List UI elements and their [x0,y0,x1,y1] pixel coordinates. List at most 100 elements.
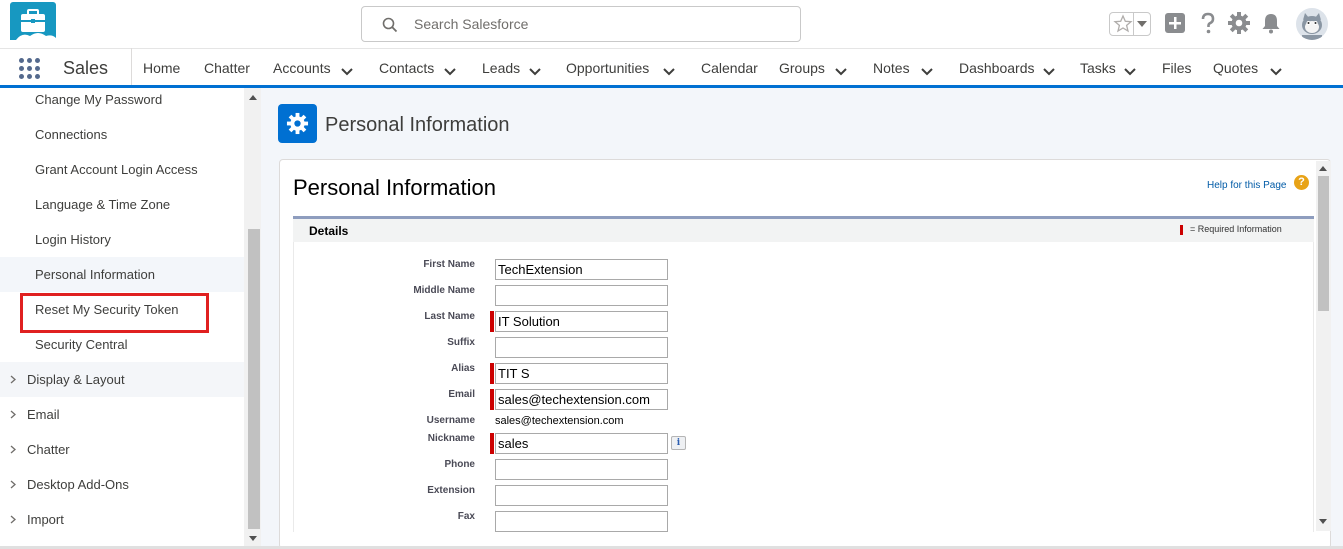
section-title: Details [309,224,349,238]
required-legend: = Required Information [1190,224,1282,234]
sidebar-item-label: Personal Information [35,267,155,282]
chevron-down-icon[interactable] [1124,63,1136,76]
chevron-down-icon[interactable] [1137,21,1147,27]
sidebar-item-grant-account-login-access[interactable]: Grant Account Login Access [0,152,244,187]
sidebar-item-connections[interactable]: Connections [0,117,244,152]
chevron-down-icon[interactable] [835,63,847,76]
sidebar-item-change-my-password[interactable]: Change My Password [0,88,244,117]
chevron-down-icon[interactable] [341,63,353,76]
chevron-down-icon[interactable] [1270,63,1282,76]
scroll-down-arrow-icon[interactable] [1319,519,1327,524]
sidebar-item-label: Change My Password [35,92,163,107]
global-search-input[interactable]: Search Salesforce [361,6,801,42]
middle-name-label: Middle Name [413,285,475,296]
phone-field[interactable] [495,459,668,480]
app-launcher-icon[interactable] [19,58,41,80]
sidebar-item-login-history[interactable]: Login History [0,222,244,257]
fax-field[interactable] [495,511,668,532]
user-avatar-icon[interactable] [1296,8,1328,40]
app-name-divider [131,48,132,85]
nav-item-contacts[interactable]: Contacts [379,60,434,76]
nav-item-chatter[interactable]: Chatter [204,60,250,76]
nickname-field[interactable]: sales [495,433,668,454]
favorites-divider [1133,13,1134,35]
chevron-right-icon [10,410,16,419]
scroll-up-arrow-icon[interactable] [1319,166,1327,171]
nav-item-leads[interactable]: Leads [482,60,520,76]
first-name-field[interactable]: TechExtension [495,259,668,280]
global-actions-plus-icon[interactable] [1163,11,1187,35]
setup-sidebar: Change My Password Connections Grant Acc… [0,88,244,549]
username-value: sales@techextension.com [495,415,624,427]
required-indicator-icon [490,389,494,410]
search-icon [382,17,398,33]
chevron-down-icon[interactable] [921,63,933,76]
nav-item-dashboards[interactable]: Dashboards [959,60,1035,76]
search-placeholder: Search Salesforce [414,16,529,32]
details-section-header: Details = Required Information [293,216,1314,242]
sidebar-group-import[interactable]: Import [0,502,244,537]
info-icon[interactable]: i [671,436,686,450]
sidebar-group-label: Display & Layout [27,372,125,387]
app-name: Sales [63,58,109,78]
scroll-down-arrow-icon[interactable] [249,536,257,541]
first-name-label: First Name [423,259,475,270]
sidebar-group-label: Email [27,407,60,422]
nav-item-opportunities[interactable]: Opportunities [566,60,649,76]
nav-item-calendar[interactable]: Calendar [701,60,758,76]
settings-gear-icon [278,104,317,143]
sidebar-group-chatter[interactable]: Chatter [0,432,244,467]
extension-field[interactable] [495,485,668,506]
suffix-field[interactable] [495,337,668,358]
email-field[interactable]: sales@techextension.com [495,389,668,410]
nav-item-groups[interactable]: Groups [779,60,825,76]
chevron-right-icon [10,375,16,384]
chevron-right-icon [10,445,16,454]
extension-label: Extension [427,485,475,496]
nav-item-accounts[interactable]: Accounts [273,60,331,76]
chevron-down-icon[interactable] [444,63,456,76]
briefcase-logo-icon[interactable] [10,2,56,44]
global-header: Search Salesforce [0,0,1343,48]
sidebar-group-desktop-add-ons[interactable]: Desktop Add-Ons [0,467,244,502]
nav-item-tasks[interactable]: Tasks [1080,60,1116,76]
sidebar-item-label: Login History [35,232,111,247]
sidebar-item-language-time-zone[interactable]: Language & Time Zone [0,187,244,222]
nav-item-files[interactable]: Files [1162,60,1192,76]
sidebar-item-label: Connections [35,127,108,142]
chevron-down-icon[interactable] [529,63,541,76]
sidebar-group-label: Import [27,512,64,527]
nickname-label: Nickname [427,433,475,444]
last-name-label: Last Name [424,311,475,322]
sidebar-group-email[interactable]: Email [0,397,244,432]
chevron-down-icon[interactable] [663,63,675,76]
nav-top-divider [0,48,1343,49]
sidebar-item-label: Grant Account Login Access [35,162,198,177]
required-indicator-icon [1180,225,1183,235]
nav-item-notes[interactable]: Notes [873,60,910,76]
setup-gear-icon[interactable] [1227,11,1251,35]
app-nav-bar: Sales Home Chatter Accounts Contacts Lea… [0,48,1343,88]
sidebar-item-label: Language & Time Zone [35,197,171,212]
middle-name-field[interactable] [495,285,668,306]
scroll-up-arrow-icon[interactable] [249,95,257,100]
sidebar-item-personal-information[interactable]: Personal Information [0,257,244,292]
help-question-icon[interactable]: ? [1294,175,1309,190]
username-label: Username [426,415,475,426]
nav-item-quotes[interactable]: Quotes [1213,60,1258,76]
nav-item-home[interactable]: Home [143,60,180,76]
email-label: Email [448,389,475,400]
favorites-button[interactable] [1109,12,1151,36]
required-indicator-icon [490,433,494,454]
notifications-bell-icon[interactable] [1259,11,1283,35]
highlight-box [20,293,209,333]
sidebar-scrollbar-thumb[interactable] [248,229,260,529]
chevron-down-icon[interactable] [1043,63,1055,76]
last-name-field[interactable]: IT Solution [495,311,668,332]
required-indicator-icon [490,363,494,384]
help-for-this-page-link[interactable]: Help for this Page [1207,180,1287,191]
sidebar-group-display-layout[interactable]: Display & Layout [0,362,244,397]
help-icon[interactable] [1196,11,1220,35]
alias-field[interactable]: TIT S [495,363,668,384]
frame-scrollbar-thumb[interactable] [1318,176,1329,311]
